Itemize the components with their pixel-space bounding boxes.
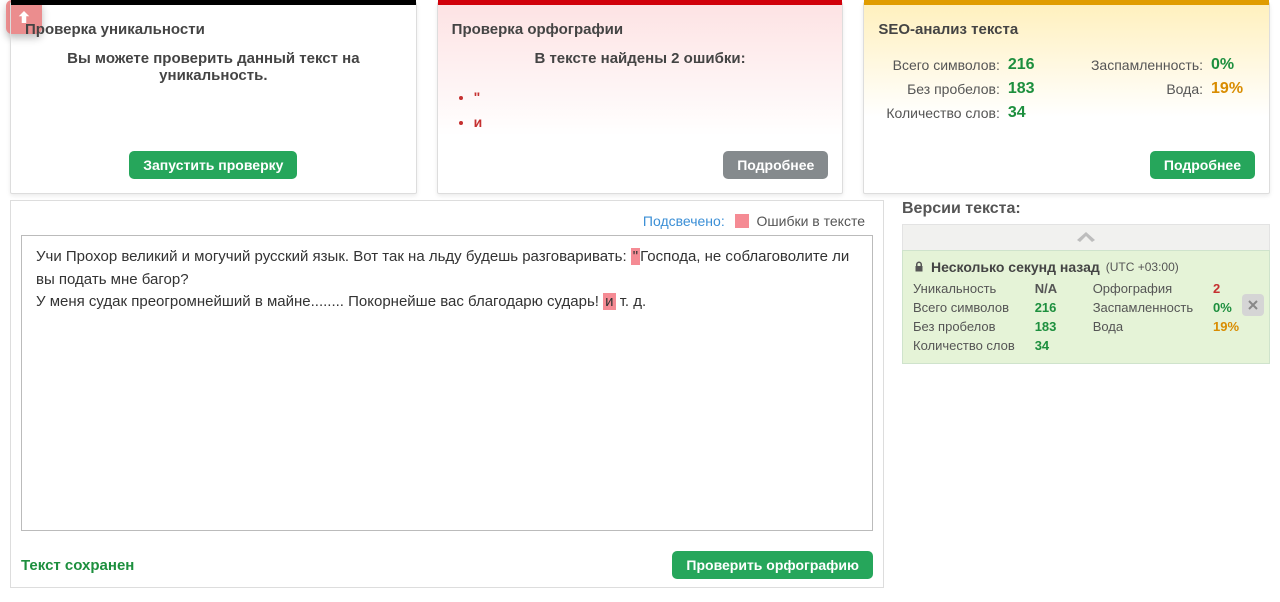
lock-icon xyxy=(913,261,925,273)
version-stat-label: Количество слов xyxy=(913,338,1023,353)
version-close-button[interactable] xyxy=(1242,294,1264,316)
error-highlight: и xyxy=(603,293,615,310)
version-stats: УникальностьN/AОрфография2Всего символов… xyxy=(913,281,1259,353)
card-accent xyxy=(864,0,1269,5)
legend-errors-label: Ошибки в тексте xyxy=(757,213,866,229)
legend-highlighted-link[interactable]: Подсвечено: xyxy=(643,213,725,229)
legend-color-swatch xyxy=(735,214,749,228)
version-stat-label: Уникальность xyxy=(913,281,1023,296)
editor-pane: Подсвечено: Ошибки в тексте Учи Прохор в… xyxy=(10,200,884,588)
check-orthography-button[interactable]: Проверить орфографию xyxy=(672,551,873,579)
orthography-title: Проверка орфографии xyxy=(452,21,829,38)
seo-water-label: Вода: xyxy=(1166,81,1203,97)
orthography-card: Проверка орфографии В тексте найдены 2 о… xyxy=(437,2,844,194)
orthography-error-list: " и xyxy=(452,85,829,135)
seo-spam-label: Заспамленность: xyxy=(1091,57,1203,73)
seo-nospace-value: 183 xyxy=(1008,80,1044,98)
orthography-error-item: " xyxy=(474,85,829,110)
run-uniqueness-button[interactable]: Запустить проверку xyxy=(129,151,297,179)
version-stat-value: 183 xyxy=(1035,319,1081,334)
version-stat-value: 19% xyxy=(1213,319,1259,334)
orthography-found: В тексте найдены 2 ошибки: xyxy=(452,50,829,67)
orthography-more-button[interactable]: Подробнее xyxy=(723,151,828,179)
version-stat-value: 216 xyxy=(1035,300,1081,315)
version-stat-value: N/A xyxy=(1035,281,1081,296)
error-highlight: " xyxy=(631,248,640,265)
text-editor[interactable]: Учи Прохор великий и могучий русский язы… xyxy=(21,235,873,531)
saved-status: Текст сохранен xyxy=(21,557,134,574)
version-stat-label: Заспамленность xyxy=(1093,300,1201,315)
seo-total-chars-value: 216 xyxy=(1008,56,1044,74)
seo-title: SEO-анализ текста xyxy=(878,21,1255,38)
version-stat-value: 34 xyxy=(1035,338,1081,353)
version-timezone: (UTC +03:00) xyxy=(1106,260,1179,274)
seo-water-value: 19% xyxy=(1211,80,1247,98)
highlight-legend: Подсвечено: Ошибки в тексте xyxy=(21,209,873,235)
uniqueness-title: Проверка уникальности xyxy=(25,21,402,38)
versions-title: Версии текста: xyxy=(902,200,1270,218)
card-accent xyxy=(438,0,843,5)
version-timestamp: Несколько секунд назад xyxy=(931,259,1100,275)
uniqueness-card: Проверка уникальности Вы можете проверит… xyxy=(10,2,417,194)
versions-pane: Версии текста: Несколько секунд назад (U… xyxy=(902,200,1280,588)
version-stat-label: Орфография xyxy=(1093,281,1201,296)
version-stat-label: Вода xyxy=(1093,319,1201,334)
seo-words-label: Количество слов: xyxy=(886,105,1000,121)
seo-nospace-label: Без пробелов: xyxy=(907,81,1000,97)
version-stat-label: Всего символов xyxy=(913,300,1023,315)
version-item[interactable]: Несколько секунд назад (UTC +03:00) Уник… xyxy=(902,250,1270,364)
uniqueness-subtitle: Вы можете проверить данный текст на уник… xyxy=(25,50,402,84)
close-icon xyxy=(1247,299,1259,311)
orthography-error-item: и xyxy=(474,110,829,135)
version-stat-label: Без пробелов xyxy=(913,319,1023,334)
chevron-up-icon xyxy=(1074,227,1098,245)
seo-card: SEO-анализ текста Всего символов: 216 Без… xyxy=(863,2,1270,194)
seo-spam-value: 0% xyxy=(1211,56,1247,74)
card-accent xyxy=(11,0,416,5)
seo-more-button[interactable]: Подробнее xyxy=(1150,151,1255,179)
seo-total-chars-label: Всего символов: xyxy=(893,57,1000,73)
seo-words-value: 34 xyxy=(1008,104,1044,122)
versions-collapse-toggle[interactable] xyxy=(902,224,1270,250)
